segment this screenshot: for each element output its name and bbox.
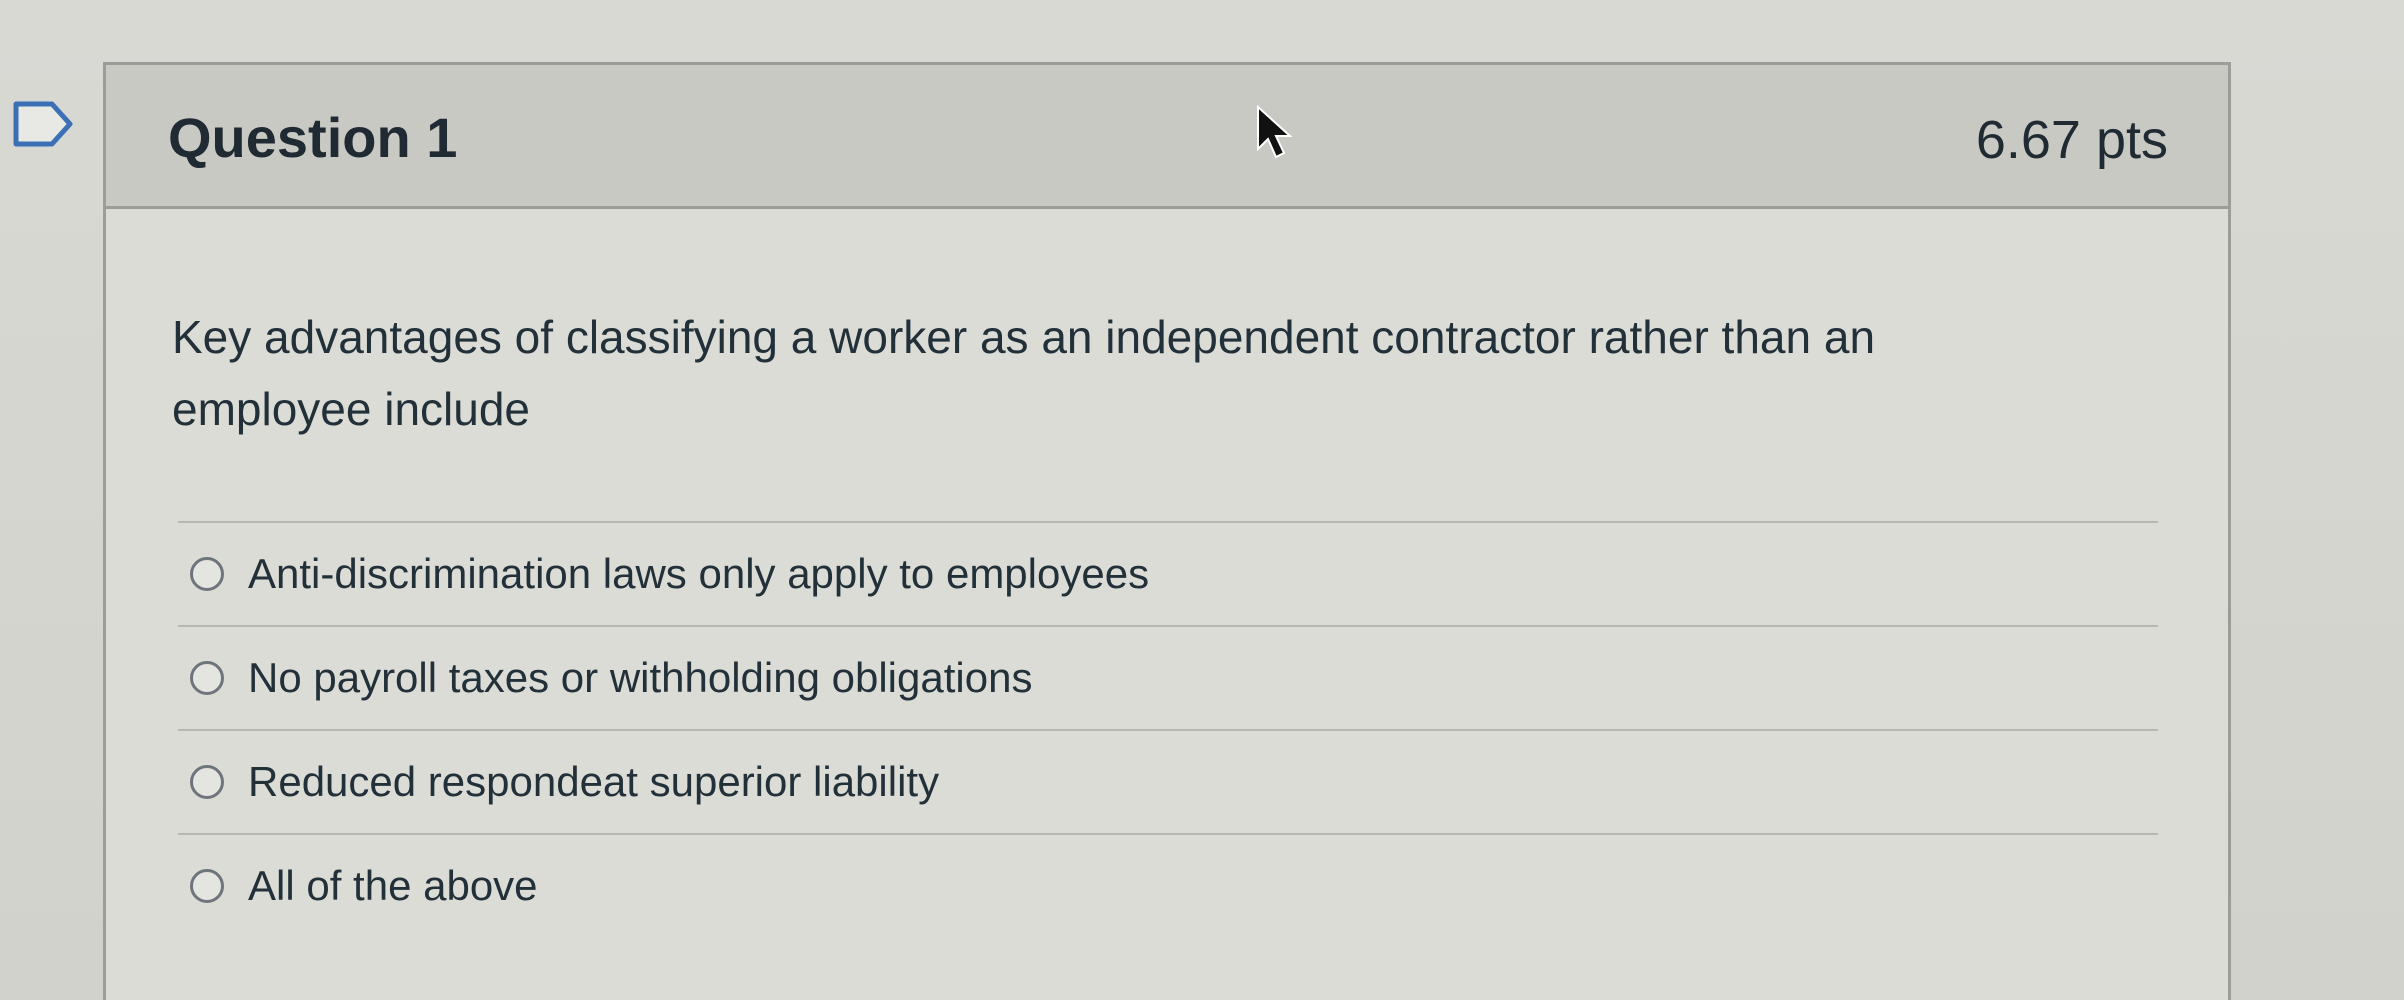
flag-question-icon[interactable] (12, 100, 76, 148)
answer-label: All of the above (248, 862, 538, 909)
question-points: 6.67 pts (1975, 110, 2168, 170)
answer-label: Reduced respondeat superior liability (248, 758, 940, 805)
radio-unselected-icon[interactable] (190, 557, 224, 591)
question-title: Question 1 (168, 106, 458, 169)
mouse-pointer-icon (1257, 105, 1293, 159)
radio-unselected-icon[interactable] (190, 765, 224, 799)
answer-option[interactable]: No payroll taxes or withholding obligati… (178, 627, 2158, 729)
question-text: Key advantages of classifying a worker a… (172, 311, 1876, 435)
answer-option[interactable]: All of the above (178, 835, 2158, 937)
radio-unselected-icon[interactable] (190, 869, 224, 903)
answer-label: No payroll taxes or withholding obligati… (248, 654, 1033, 701)
quiz-page: Question 1 6.67 pts Key advantages of cl… (0, 0, 2404, 1000)
question-header: Question 1 6.67 pts (106, 65, 2228, 209)
answer-label: Anti-discrimination laws only apply to e… (248, 550, 1150, 597)
answer-list: Anti-discrimination laws only apply to e… (178, 521, 2158, 937)
question-card: Question 1 6.67 pts Key advantages of cl… (103, 62, 2231, 1000)
answer-option[interactable]: Reduced respondeat superior liability (178, 731, 2158, 833)
radio-unselected-icon[interactable] (190, 661, 224, 695)
answer-option[interactable]: Anti-discrimination laws only apply to e… (178, 523, 2158, 625)
